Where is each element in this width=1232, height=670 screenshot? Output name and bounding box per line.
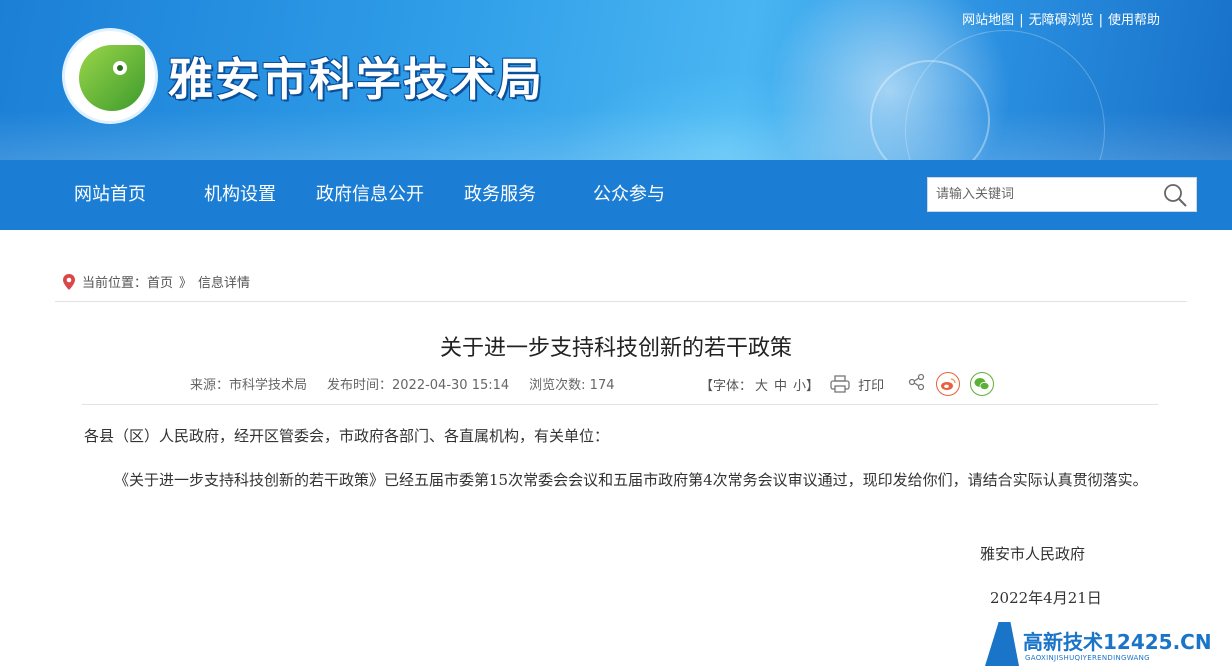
breadcrumb: 当前位置： 首页 》 信息详情 (62, 272, 250, 291)
link-separator: | (1019, 13, 1024, 28)
meta-divider (82, 404, 1158, 405)
help-link[interactable]: 使用帮助 (1108, 13, 1160, 28)
search-box (927, 177, 1197, 212)
nav-item-home[interactable]: 网站首页 (74, 160, 146, 230)
watermark-title: 高新技术 (1023, 630, 1103, 654)
font-size-label: 【字体： (700, 378, 753, 394)
article-tools: 【字体： 大 中 小】 打印 (700, 372, 995, 396)
breadcrumb-divider (55, 301, 1187, 302)
search-input[interactable] (936, 178, 1156, 211)
article-meta: 来源：市科学技术局 发布时间：2022-04-30 15:14 浏览次数: 17… (190, 374, 615, 393)
logo-pupil (117, 65, 123, 71)
weibo-icon (941, 378, 956, 390)
font-size-medium[interactable]: 中 (774, 375, 787, 394)
watermark-a-icon (985, 622, 1019, 666)
watermark-logo: 高新技术12425.CN GAOXINJISHUQIYERENDINGWANG (985, 622, 1232, 670)
weibo-share-button[interactable] (936, 372, 961, 396)
article-signature: 雅安市人民政府 (980, 545, 1086, 563)
watermark-text: 高新技术12425.CN (1023, 626, 1212, 655)
accessibility-link[interactable]: 无障碍浏览 (1029, 13, 1094, 28)
wechat-share-button[interactable] (970, 372, 995, 396)
article-date: 2022年4月21日 (990, 589, 1102, 607)
nav-item-services[interactable]: 政务服务 (464, 160, 536, 230)
print-button[interactable]: 打印 (830, 375, 884, 394)
wechat-icon (974, 378, 990, 391)
printer-icon (830, 375, 850, 393)
article-title: 关于进一步支持科技创新的若干政策 (439, 336, 792, 361)
breadcrumb-prefix: 当前位置： (82, 276, 148, 291)
share-button[interactable] (908, 373, 926, 395)
font-size-small[interactable]: 小】 (793, 375, 819, 394)
site-header: 网站地图 | 无障碍浏览 | 使用帮助 雅安市科学技术局 (0, 0, 1232, 160)
watermark-subtext: GAOXINJISHUQIYERENDINGWANG (1025, 654, 1150, 662)
breadcrumb-arrow: 》 (179, 276, 193, 291)
search-icon (1164, 184, 1187, 207)
article-salutation: 各县（区）人民政府，经开区管委会，市政府各部门、各直属机构，有关单位： (84, 427, 610, 445)
header-wave-decoration (0, 110, 1232, 160)
share-icon (908, 373, 925, 391)
search-button[interactable] (1162, 182, 1188, 208)
nav-item-participation[interactable]: 公众参与 (593, 160, 665, 230)
site-logo[interactable] (62, 28, 158, 124)
sitemap-link[interactable]: 网站地图 (962, 13, 1014, 28)
site-title[interactable]: 雅安市科学技术局 (168, 52, 544, 108)
watermark-number: 12425.CN (1103, 630, 1212, 654)
print-label: 打印 (858, 378, 885, 394)
breadcrumb-home-link[interactable]: 首页 (147, 272, 173, 291)
article-views: 浏览次数: 174 (529, 378, 615, 393)
location-pin-icon (63, 273, 75, 290)
article-publish-time: 发布时间：2022-04-30 15:14 (327, 378, 510, 393)
link-separator: | (1098, 13, 1103, 28)
font-size-large[interactable]: 大 (755, 375, 768, 394)
article-source: 来源：市科学技术局 (190, 378, 308, 393)
logo-leaf-icon (79, 45, 145, 111)
article-body-paragraph: 《关于进一步支持科技创新的若干政策》已经五届市委第15次常委会会议和五届市政府第… (114, 471, 1148, 489)
breadcrumb-current: 信息详情 (198, 276, 251, 291)
top-links: 网站地图 | 无障碍浏览 | 使用帮助 (962, 9, 1160, 28)
nav-item-organization[interactable]: 机构设置 (204, 160, 276, 230)
nav-item-gov-info[interactable]: 政府信息公开 (316, 160, 424, 230)
